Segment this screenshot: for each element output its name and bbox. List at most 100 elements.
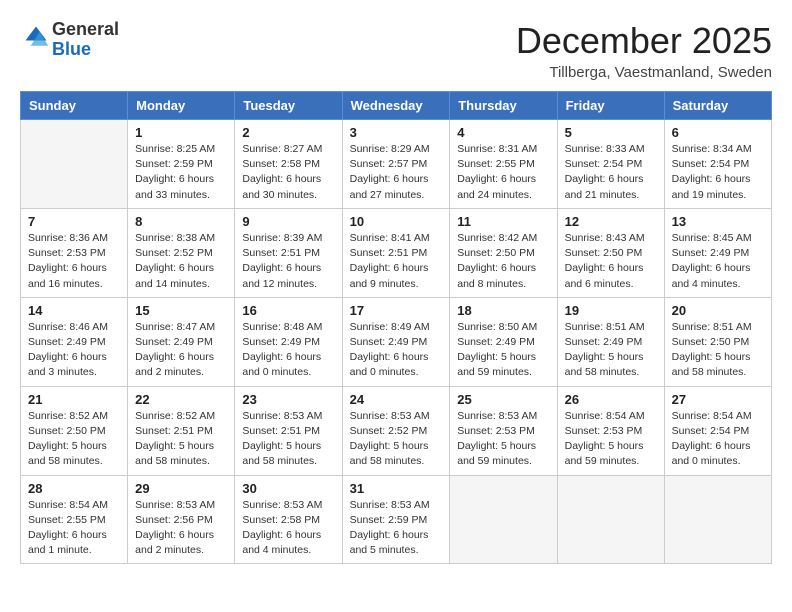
day-number: 16 xyxy=(242,303,334,318)
day-number: 31 xyxy=(350,481,443,496)
day-info: Sunrise: 8:53 AMSunset: 2:59 PMDaylight:… xyxy=(350,498,443,559)
day-info: Sunrise: 8:43 AMSunset: 2:50 PMDaylight:… xyxy=(565,231,657,292)
day-info: Sunrise: 8:50 AMSunset: 2:49 PMDaylight:… xyxy=(457,320,549,381)
weekday-header-tuesday: Tuesday xyxy=(235,92,342,120)
calendar-empty xyxy=(664,475,771,564)
weekday-header-row: SundayMondayTuesdayWednesdayThursdayFrid… xyxy=(21,92,772,120)
calendar-table: SundayMondayTuesdayWednesdayThursdayFrid… xyxy=(20,91,772,564)
day-number: 27 xyxy=(672,392,764,407)
day-number: 23 xyxy=(242,392,334,407)
day-number: 20 xyxy=(672,303,764,318)
day-number: 8 xyxy=(135,214,227,229)
day-number: 2 xyxy=(242,125,334,140)
day-number: 5 xyxy=(565,125,657,140)
calendar-day-19: 19 Sunrise: 8:51 AMSunset: 2:49 PMDayligh… xyxy=(557,297,664,386)
day-info: Sunrise: 8:39 AMSunset: 2:51 PMDaylight:… xyxy=(242,231,334,292)
day-number: 19 xyxy=(565,303,657,318)
day-number: 29 xyxy=(135,481,227,496)
day-info: Sunrise: 8:47 AMSunset: 2:49 PMDaylight:… xyxy=(135,320,227,381)
day-number: 15 xyxy=(135,303,227,318)
day-info: Sunrise: 8:54 AMSunset: 2:54 PMDaylight:… xyxy=(672,409,764,470)
day-number: 11 xyxy=(457,214,549,229)
logo-general-text: General xyxy=(52,20,119,40)
day-info: Sunrise: 8:41 AMSunset: 2:51 PMDaylight:… xyxy=(350,231,443,292)
logo-icon xyxy=(22,23,50,51)
day-info: Sunrise: 8:48 AMSunset: 2:49 PMDaylight:… xyxy=(242,320,334,381)
calendar-day-22: 22Sunrise: 8:52 AMSunset: 2:51 PMDayligh… xyxy=(128,386,235,475)
day-number: 13 xyxy=(672,214,764,229)
logo: General Blue xyxy=(20,20,119,60)
calendar-day-8: 8 Sunrise: 8:38 AMSunset: 2:52 PMDaylight… xyxy=(128,208,235,297)
day-info: Sunrise: 8:46 AMSunset: 2:49 PMDaylight:… xyxy=(28,320,120,381)
calendar-week-3: 14 Sunrise: 8:46 AMSunset: 2:49 PMDayligh… xyxy=(21,297,772,386)
day-number: 14 xyxy=(28,303,120,318)
calendar-day-24: 24Sunrise: 8:53 AMSunset: 2:52 PMDayligh… xyxy=(342,386,450,475)
weekday-header-thursday: Thursday xyxy=(450,92,557,120)
calendar-day-26: 26 Sunrise: 8:54 AMSunset: 2:53 PMDayligh… xyxy=(557,386,664,475)
day-info: Sunrise: 8:54 AMSunset: 2:53 PMDaylight:… xyxy=(565,409,657,470)
calendar-day-15: 15 Sunrise: 8:47 AMSunset: 2:49 PMDayligh… xyxy=(128,297,235,386)
day-number: 9 xyxy=(242,214,334,229)
day-info: Sunrise: 8:33 AMSunset: 2:54 PMDaylight:… xyxy=(565,142,657,203)
day-info: Sunrise: 8:53 AMSunset: 2:52 PMDaylight:… xyxy=(350,409,443,470)
day-number: 6 xyxy=(672,125,764,140)
calendar-day-12: 12 Sunrise: 8:43 AMSunset: 2:50 PMDayligh… xyxy=(557,208,664,297)
day-info: Sunrise: 8:52 AMSunset: 2:50 PMDaylight:… xyxy=(28,409,120,470)
calendar-day-6: 6 Sunrise: 8:34 AMSunset: 2:54 PMDaylight… xyxy=(664,120,771,209)
weekday-header-wednesday: Wednesday xyxy=(342,92,450,120)
day-number: 26 xyxy=(565,392,657,407)
day-info: Sunrise: 8:53 AMSunset: 2:53 PMDaylight:… xyxy=(457,409,549,470)
day-number: 1 xyxy=(135,125,227,140)
calendar-day-21: 21 Sunrise: 8:52 AMSunset: 2:50 PMDayligh… xyxy=(21,386,128,475)
day-info: Sunrise: 8:54 AMSunset: 2:55 PMDaylight:… xyxy=(28,498,120,559)
day-info: Sunrise: 8:51 AMSunset: 2:49 PMDaylight:… xyxy=(565,320,657,381)
day-number: 12 xyxy=(565,214,657,229)
day-number: 22 xyxy=(135,392,227,407)
day-info: Sunrise: 8:25 AMSunset: 2:59 PMDaylight:… xyxy=(135,142,227,203)
calendar-day-2: 2 Sunrise: 8:27 AMSunset: 2:58 PMDaylight… xyxy=(235,120,342,209)
calendar-week-4: 21 Sunrise: 8:52 AMSunset: 2:50 PMDayligh… xyxy=(21,386,772,475)
day-number: 17 xyxy=(350,303,443,318)
calendar-day-25: 25 Sunrise: 8:53 AMSunset: 2:53 PMDayligh… xyxy=(450,386,557,475)
calendar-empty xyxy=(557,475,664,564)
calendar-day-9: 9 Sunrise: 8:39 AMSunset: 2:51 PMDaylight… xyxy=(235,208,342,297)
calendar-empty xyxy=(450,475,557,564)
day-info: Sunrise: 8:34 AMSunset: 2:54 PMDaylight:… xyxy=(672,142,764,203)
calendar-day-3: 3Sunrise: 8:29 AMSunset: 2:57 PMDaylight… xyxy=(342,120,450,209)
day-number: 28 xyxy=(28,481,120,496)
day-info: Sunrise: 8:31 AMSunset: 2:55 PMDaylight:… xyxy=(457,142,549,203)
weekday-header-saturday: Saturday xyxy=(664,92,771,120)
day-info: Sunrise: 8:53 AMSunset: 2:51 PMDaylight:… xyxy=(242,409,334,470)
calendar-day-23: 23 Sunrise: 8:53 AMSunset: 2:51 PMDayligh… xyxy=(235,386,342,475)
logo-blue-text: Blue xyxy=(52,40,119,60)
calendar-day-27: 27 Sunrise: 8:54 AMSunset: 2:54 PMDayligh… xyxy=(664,386,771,475)
day-info: Sunrise: 8:51 AMSunset: 2:50 PMDaylight:… xyxy=(672,320,764,381)
day-number: 3 xyxy=(350,125,443,140)
calendar-week-2: 7 Sunrise: 8:36 AMSunset: 2:53 PMDaylight… xyxy=(21,208,772,297)
day-info: Sunrise: 8:36 AMSunset: 2:53 PMDaylight:… xyxy=(28,231,120,292)
day-number: 18 xyxy=(457,303,549,318)
calendar-day-29: 29Sunrise: 8:53 AMSunset: 2:56 PMDayligh… xyxy=(128,475,235,564)
day-info: Sunrise: 8:53 AMSunset: 2:58 PMDaylight:… xyxy=(242,498,334,559)
calendar-empty xyxy=(21,120,128,209)
day-info: Sunrise: 8:45 AMSunset: 2:49 PMDaylight:… xyxy=(672,231,764,292)
day-number: 7 xyxy=(28,214,120,229)
day-info: Sunrise: 8:38 AMSunset: 2:52 PMDaylight:… xyxy=(135,231,227,292)
calendar-day-18: 18 Sunrise: 8:50 AMSunset: 2:49 PMDayligh… xyxy=(450,297,557,386)
day-info: Sunrise: 8:27 AMSunset: 2:58 PMDaylight:… xyxy=(242,142,334,203)
page-header: General Blue December 2025 Tillberga, Va… xyxy=(20,20,772,81)
calendar-day-13: 13 Sunrise: 8:45 AMSunset: 2:49 PMDayligh… xyxy=(664,208,771,297)
day-info: Sunrise: 8:49 AMSunset: 2:49 PMDaylight:… xyxy=(350,320,443,381)
calendar-day-17: 17 Sunrise: 8:49 AMSunset: 2:49 PMDayligh… xyxy=(342,297,450,386)
calendar-day-7: 7 Sunrise: 8:36 AMSunset: 2:53 PMDaylight… xyxy=(21,208,128,297)
calendar-week-1: 1 Sunrise: 8:25 AMSunset: 2:59 PMDaylight… xyxy=(21,120,772,209)
title-block: December 2025 Tillberga, Vaestmanland, S… xyxy=(516,20,772,81)
calendar-day-1: 1 Sunrise: 8:25 AMSunset: 2:59 PMDaylight… xyxy=(128,120,235,209)
weekday-header-friday: Friday xyxy=(557,92,664,120)
day-number: 21 xyxy=(28,392,120,407)
calendar-day-20: 20 Sunrise: 8:51 AMSunset: 2:50 PMDayligh… xyxy=(664,297,771,386)
day-info: Sunrise: 8:42 AMSunset: 2:50 PMDaylight:… xyxy=(457,231,549,292)
weekday-header-sunday: Sunday xyxy=(21,92,128,120)
day-number: 25 xyxy=(457,392,549,407)
location: Tillberga, Vaestmanland, Sweden xyxy=(516,64,772,81)
